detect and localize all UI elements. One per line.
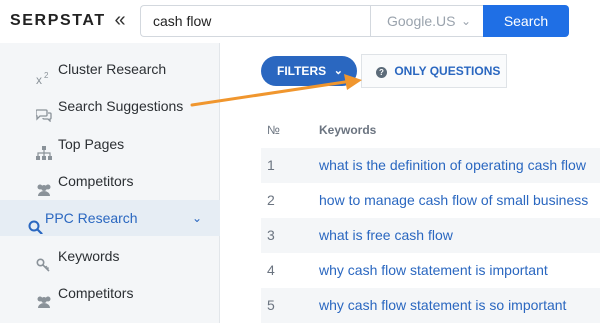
table-row: 1 what is the definition of operating ca… [261,148,600,183]
table-row: 4 why cash flow statement is important [261,253,600,288]
keyword-link[interactable]: why cash flow statement is so important [319,288,566,323]
users-icon [36,174,52,196]
chevron-down-icon: ⌄ [333,65,343,77]
sidebar-item-label: Search Suggestions [58,98,184,114]
svg-text:x: x [36,73,42,85]
row-number: 4 [267,262,275,278]
column-header-keywords[interactable]: Keywords [319,113,376,148]
question-circle-icon: ? [376,67,387,78]
sidebar-item-label: Competitors [58,285,134,301]
search-input[interactable]: cash flow [140,5,370,37]
only-questions-button[interactable]: ? ONLY QUESTIONS [361,54,507,88]
sidebar-item-top-pages[interactable]: Top Pages [0,126,220,162]
sidebar-item-label: Cluster Research [58,61,167,77]
sidebar-item-ppc-research[interactable]: PPC Research ⌄ [0,200,220,236]
keyword-link[interactable]: why cash flow statement is important [319,253,548,288]
sidebar: x2 Cluster Research Search Suggestions T… [0,43,220,323]
double-chevron-left-icon: « [114,9,126,31]
chevron-down-icon: ⌄ [460,14,471,28]
row-number: 3 [267,227,275,243]
only-questions-label: ONLY QUESTIONS [394,64,501,78]
sidebar-item-label: Top Pages [58,136,125,152]
table-row: 2 how to manage cash flow of small busin… [261,183,600,218]
keywords-table: № Keywords 1 what is the definition of o… [261,113,600,323]
sidebar-item-keywords[interactable]: Keywords [0,238,220,274]
sidebar-item-label: PPC Research [45,210,138,226]
filters-label: FILTERS [277,64,327,78]
sitemap-icon [36,137,52,160]
search-button[interactable]: Search [483,5,569,37]
table-row: 3 what is free cash flow [261,218,600,253]
serpstat-logo[interactable]: SERPSTAT [10,12,106,30]
row-number: 1 [267,157,275,173]
keyword-link[interactable]: how to manage cash flow of small busines… [319,183,588,218]
svg-text:2: 2 [44,71,49,80]
search-icon [28,211,44,235]
sidebar-item-ppc-competitors[interactable]: Competitors [0,275,220,311]
sidebar-item-search-suggestions[interactable]: Search Suggestions [0,88,220,124]
table-row: 5 why cash flow statement is so importan… [261,288,600,323]
sidebar-item-competitors[interactable]: Competitors [0,163,220,199]
sidebar-item-label: Competitors [58,173,134,189]
column-header-number[interactable]: № [267,113,280,148]
filters-button[interactable]: FILTERS ⌄ [261,56,357,86]
table-header: № Keywords [261,113,600,148]
chat-bubbles-icon [35,99,52,123]
row-number: 2 [267,192,275,208]
sidebar-item-label: Keywords [58,248,120,264]
superscript-x2-icon: x2 [36,62,52,87]
sidebar-item-cluster-research[interactable]: x2 Cluster Research [0,51,220,87]
search-engine-value: Google.US [387,13,456,29]
main-content: FILTERS ⌄ ? ONLY QUESTIONS № Keywords 1 … [221,43,600,323]
keyword-link[interactable]: what is the definition of operating cash… [319,148,586,183]
top-bar: SERPSTAT « cash flow Google.US ⌄ Search [0,0,600,43]
collapse-sidebar-button[interactable]: « [110,8,130,32]
keyword-link[interactable]: what is free cash flow [319,218,453,253]
key-icon [36,249,52,272]
search-engine-select[interactable]: Google.US ⌄ [370,5,483,37]
chevron-down-icon: ⌄ [191,211,202,225]
row-number: 5 [267,297,275,313]
users-icon [36,286,52,308]
